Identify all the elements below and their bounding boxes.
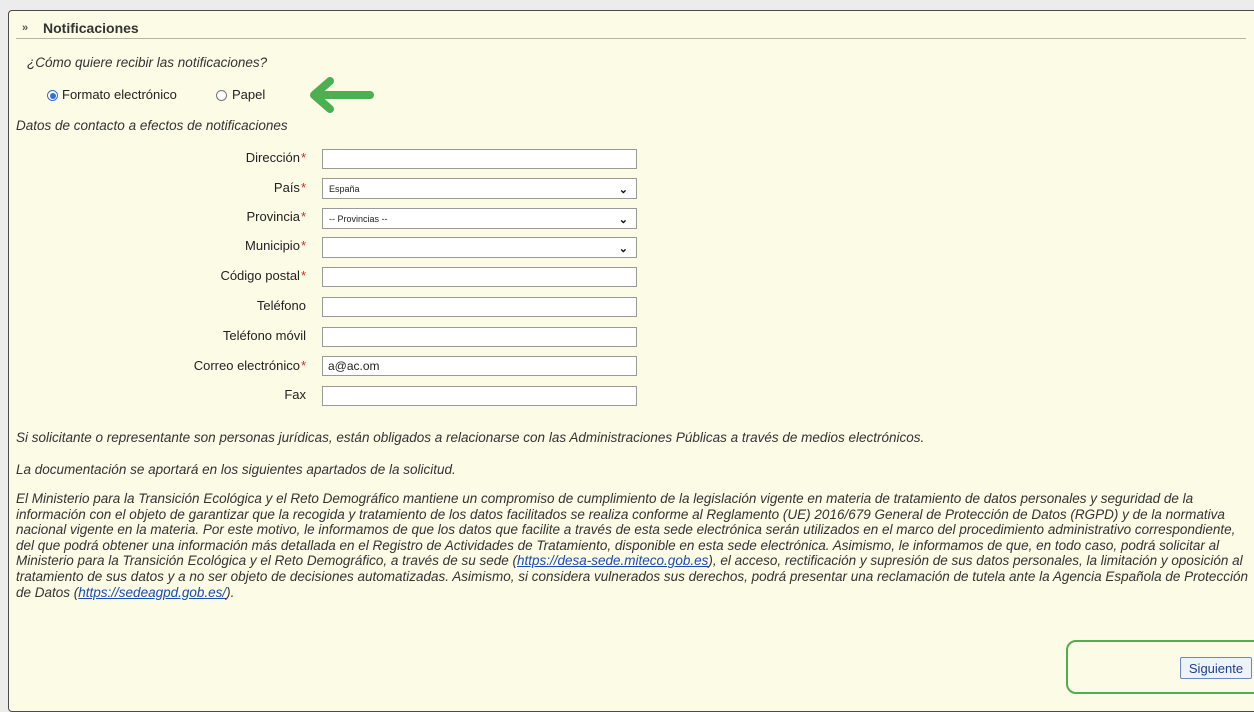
label-codigo-postal: Código postal* xyxy=(220,268,306,283)
municipio-select[interactable]: ⌄ xyxy=(322,237,637,258)
radio-electronic-label[interactable]: Formato electrónico xyxy=(62,87,177,102)
radio-electronic[interactable] xyxy=(47,90,58,101)
chevron-down-icon: ⌄ xyxy=(618,184,628,196)
chevron-down-icon: ⌄ xyxy=(618,214,628,226)
section-header[interactable]: » Notificaciones xyxy=(16,18,1246,39)
codigo-postal-input[interactable] xyxy=(322,267,637,287)
provincia-select[interactable]: -- Provincias -- ⌄ xyxy=(322,208,637,229)
correo-input[interactable] xyxy=(322,356,637,376)
pais-select[interactable]: España ⌄ xyxy=(322,178,637,199)
radio-paper[interactable] xyxy=(216,90,227,101)
label-pais: País* xyxy=(273,180,306,195)
legal-entities-note: Si solicitante o representante son perso… xyxy=(16,430,925,445)
privacy-notice: El Ministerio para la Transición Ecológi… xyxy=(16,491,1248,600)
privacy-text-3: ). xyxy=(226,584,235,600)
label-direccion: Dirección* xyxy=(245,150,306,165)
label-correo: Correo electrónico* xyxy=(193,358,306,373)
label-provincia: Provincia* xyxy=(246,209,306,224)
telefono-movil-input[interactable] xyxy=(322,327,637,347)
label-telefono: Teléfono xyxy=(256,298,306,313)
fax-input[interactable] xyxy=(322,386,637,406)
contact-heading: Datos de contacto a efectos de notificac… xyxy=(16,118,288,133)
next-button[interactable]: Siguiente xyxy=(1180,657,1252,679)
collapse-chevron-icon[interactable]: » xyxy=(22,22,28,34)
sede-link[interactable]: https://desa-sede.miteco.gob.es xyxy=(517,553,708,568)
telefono-input[interactable] xyxy=(322,297,637,317)
provincia-select-value: -- Provincias -- xyxy=(329,214,388,224)
aepd-link[interactable]: https://sedeagpd.gob.es/ xyxy=(78,585,226,600)
label-telefono-movil: Teléfono móvil xyxy=(222,328,306,343)
annotation-arrow-icon xyxy=(310,77,374,113)
pais-select-value: España xyxy=(329,184,360,194)
label-municipio: Municipio* xyxy=(245,238,306,253)
label-fax: Fax xyxy=(284,387,306,402)
direccion-input[interactable] xyxy=(322,149,637,169)
radio-paper-label[interactable]: Papel xyxy=(232,87,265,102)
section-title: Notificaciones xyxy=(43,20,139,36)
chevron-down-icon: ⌄ xyxy=(618,243,628,255)
documentation-note: La documentación se aportará en los sigu… xyxy=(16,462,456,477)
delivery-question: ¿Cómo quiere recibir las notificaciones? xyxy=(27,55,268,70)
